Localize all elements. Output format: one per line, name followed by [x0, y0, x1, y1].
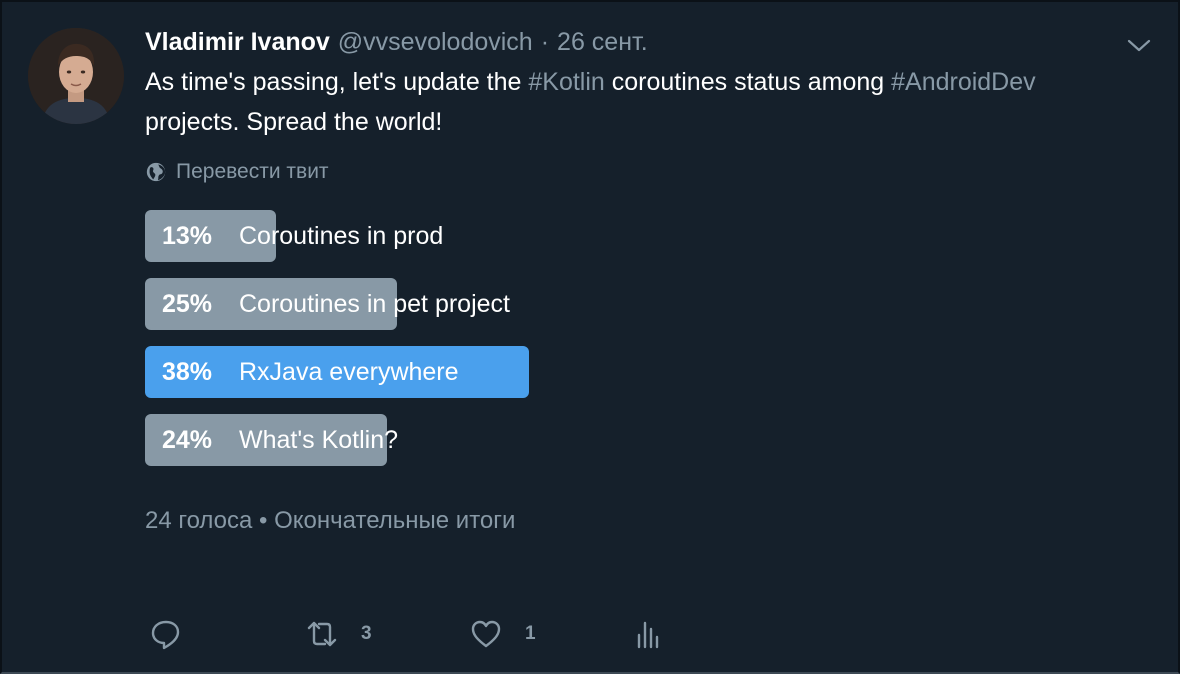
reply-button[interactable]: [149, 612, 183, 656]
poll-option: 25% Coroutines in pet project: [145, 278, 705, 330]
reply-icon: [151, 620, 180, 650]
retweet-icon: [307, 621, 337, 647]
poll-percent: 13%: [162, 221, 213, 250]
tweet-text-part: coroutines status among: [604, 68, 892, 96]
tweet-actions: 3 1: [145, 612, 705, 656]
author-name[interactable]: Vladimir Ivanov: [145, 26, 330, 58]
tweet-header: Vladimir Ivanov @vvsevolodovich · 26 сен…: [145, 26, 648, 58]
poll-percent: 25%: [162, 289, 213, 318]
translate-tweet-link[interactable]: Перевести твит: [145, 158, 329, 186]
chevron-down-icon[interactable]: [1126, 32, 1152, 58]
like-count: 1: [525, 623, 536, 644]
globe-icon: [146, 162, 166, 182]
translate-label: Перевести твит: [176, 160, 329, 183]
like-icon: [471, 620, 501, 648]
poll-option: 13% Coroutines in prod: [145, 210, 705, 262]
poll-percent: 24%: [162, 425, 213, 454]
tweet-date[interactable]: 26 сент.: [557, 26, 648, 58]
header-separator: ·: [540, 28, 550, 56]
hashtag-kotlin[interactable]: #Kotlin: [528, 68, 604, 96]
poll-option: 24% What's Kotlin?: [145, 414, 705, 466]
author-handle[interactable]: @vvsevolodovich: [338, 26, 533, 58]
avatar[interactable]: [28, 28, 124, 124]
tweet-text-part: projects. Spread the world!: [145, 108, 443, 136]
poll-option-label: Coroutines in prod: [239, 221, 444, 250]
poll-option-label: RxJava everywhere: [239, 357, 459, 386]
poll: 13% Coroutines in prod 25% Coroutines in…: [145, 210, 705, 482]
avatar-portrait: [28, 28, 124, 124]
hashtag-androiddev[interactable]: #AndroidDev: [891, 68, 1036, 96]
tweet-card[interactable]: Vladimir Ivanov @vvsevolodovich · 26 сен…: [0, 0, 1180, 674]
poll-option-label: Coroutines in pet project: [239, 289, 510, 318]
poll-percent: 38%: [162, 357, 213, 386]
poll-option: 38% RxJava everywhere: [145, 346, 705, 398]
tweet-text-part: As time's passing, let's update the: [145, 68, 529, 96]
tweet-text: As time's passing, let's update the #Kot…: [145, 62, 1045, 142]
poll-option-label: What's Kotlin?: [239, 425, 399, 454]
poll-meta: 24 голоса • Окончательные итоги: [145, 507, 516, 534]
retweet-button[interactable]: 3: [305, 612, 372, 656]
retweet-count: 3: [361, 623, 372, 644]
like-button[interactable]: 1: [469, 612, 536, 656]
analytics-icon: [637, 621, 659, 649]
analytics-button[interactable]: [631, 612, 665, 656]
